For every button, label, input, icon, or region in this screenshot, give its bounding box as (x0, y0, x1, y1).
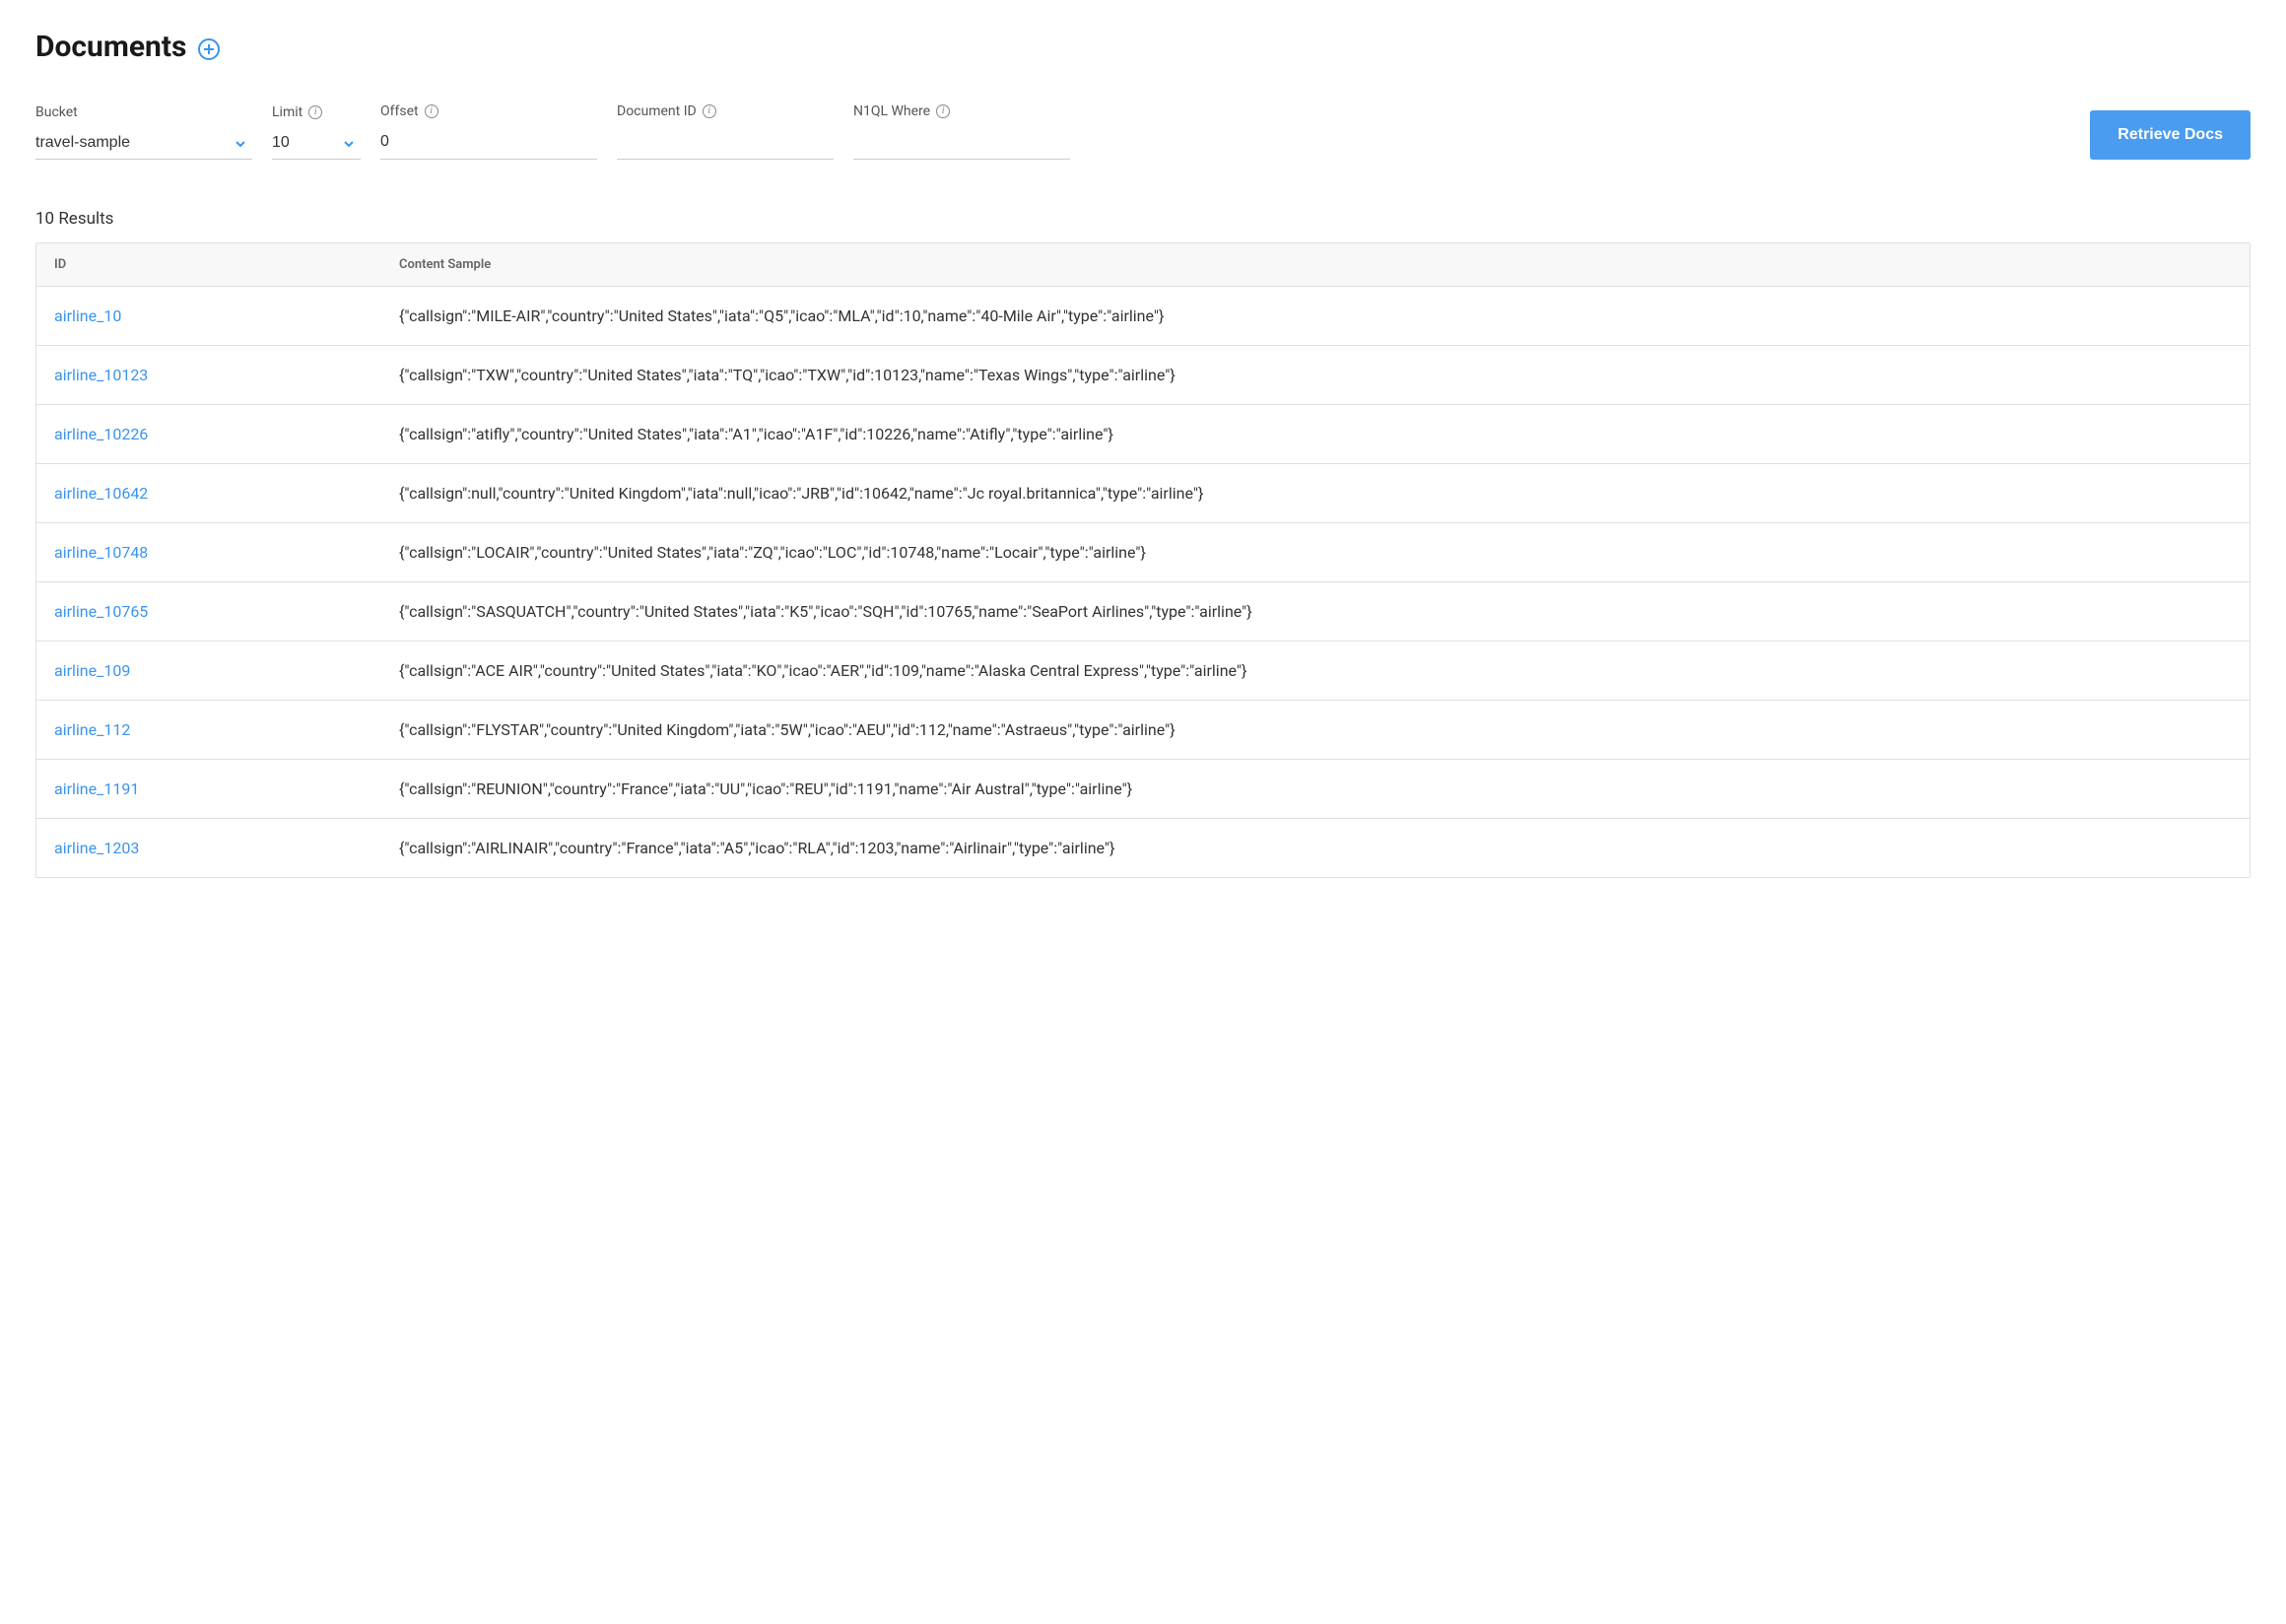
limit-filter: Limit i 10 (272, 104, 361, 160)
table-row: airline_1203 {"callsign":"AIRLINAIR","cou… (36, 819, 2250, 877)
document-content-sample: {"callsign":null,"country":"United Kingd… (399, 484, 2232, 503)
table-row: airline_10642 {"callsign":null,"country":… (36, 464, 2250, 523)
column-header-id: ID (54, 257, 399, 272)
document-id-link[interactable]: airline_10642 (54, 484, 148, 503)
where-filter: N1QL Where i (853, 103, 1070, 160)
info-icon[interactable]: i (425, 104, 438, 118)
table-row: airline_112 {"callsign":"FLYSTAR","countr… (36, 701, 2250, 760)
retrieve-docs-button[interactable]: Retrieve Docs (2090, 110, 2251, 160)
info-icon[interactable]: i (703, 104, 716, 118)
document-content-sample: {"callsign":"AIRLINAIR","country":"Franc… (399, 839, 2232, 857)
document-id-label: Document ID i (617, 103, 834, 119)
limit-select[interactable]: 10 (272, 128, 361, 160)
offset-filter: Offset i (380, 103, 597, 160)
document-id-link[interactable]: airline_109 (54, 661, 130, 680)
table-row: airline_10 {"callsign":"MILE-AIR","countr… (36, 287, 2250, 346)
bucket-label: Bucket (35, 104, 252, 120)
document-id-link[interactable]: airline_10226 (54, 425, 148, 443)
where-input[interactable] (853, 127, 1070, 160)
results-count: 10 Results (35, 209, 2251, 229)
table-row: airline_1191 {"callsign":"REUNION","count… (36, 760, 2250, 819)
table-row: airline_109 {"callsign":"ACE AIR","countr… (36, 642, 2250, 701)
document-id-link[interactable]: airline_112 (54, 720, 130, 739)
document-id-link[interactable]: airline_1191 (54, 779, 139, 798)
table-row: airline_10748 {"callsign":"LOCAIR","count… (36, 523, 2250, 582)
offset-label: Offset i (380, 103, 597, 119)
where-label: N1QL Where i (853, 103, 1070, 119)
table-row: airline_10226 {"callsign":"atifly","count… (36, 405, 2250, 464)
bucket-select[interactable]: travel-sample (35, 128, 252, 160)
document-content-sample: {"callsign":"ACE AIR","country":"United … (399, 661, 2232, 680)
document-content-sample: {"callsign":"REUNION","country":"France"… (399, 779, 2232, 798)
document-id-link[interactable]: airline_10748 (54, 543, 148, 562)
page-title: Documents (35, 30, 186, 64)
document-id-input[interactable] (617, 127, 834, 160)
document-id-link[interactable]: airline_1203 (54, 839, 139, 857)
document-content-sample: {"callsign":"FLYSTAR","country":"United … (399, 720, 2232, 739)
document-id-filter: Document ID i (617, 103, 834, 160)
document-id-link[interactable]: airline_10123 (54, 366, 148, 384)
document-id-link[interactable]: airline_10 (54, 306, 121, 325)
document-content-sample: {"callsign":"MILE-AIR","country":"United… (399, 306, 2232, 325)
table-header: ID Content Sample (36, 243, 2250, 287)
table-row: airline_10765 {"callsign":"SASQUATCH","co… (36, 582, 2250, 642)
column-header-content: Content Sample (399, 257, 2232, 272)
info-icon[interactable]: i (308, 105, 322, 119)
page-header: Documents (35, 30, 2251, 64)
document-content-sample: {"callsign":"TXW","country":"United Stat… (399, 366, 2232, 384)
document-id-link[interactable]: airline_10765 (54, 602, 148, 621)
table-row: airline_10123 {"callsign":"TXW","country"… (36, 346, 2250, 405)
add-document-icon[interactable] (198, 38, 220, 60)
info-icon[interactable]: i (936, 104, 950, 118)
documents-table: ID Content Sample airline_10 {"callsign":… (35, 242, 2251, 878)
document-content-sample: {"callsign":"atifly","country":"United S… (399, 425, 2232, 443)
bucket-filter: Bucket travel-sample (35, 104, 252, 160)
offset-input[interactable] (380, 127, 597, 160)
document-content-sample: {"callsign":"LOCAIR","country":"United S… (399, 543, 2232, 562)
document-content-sample: {"callsign":"SASQUATCH","country":"Unite… (399, 602, 2232, 621)
limit-label: Limit i (272, 104, 361, 120)
filter-bar: Bucket travel-sample Limit i 10 Offset (35, 103, 2251, 160)
